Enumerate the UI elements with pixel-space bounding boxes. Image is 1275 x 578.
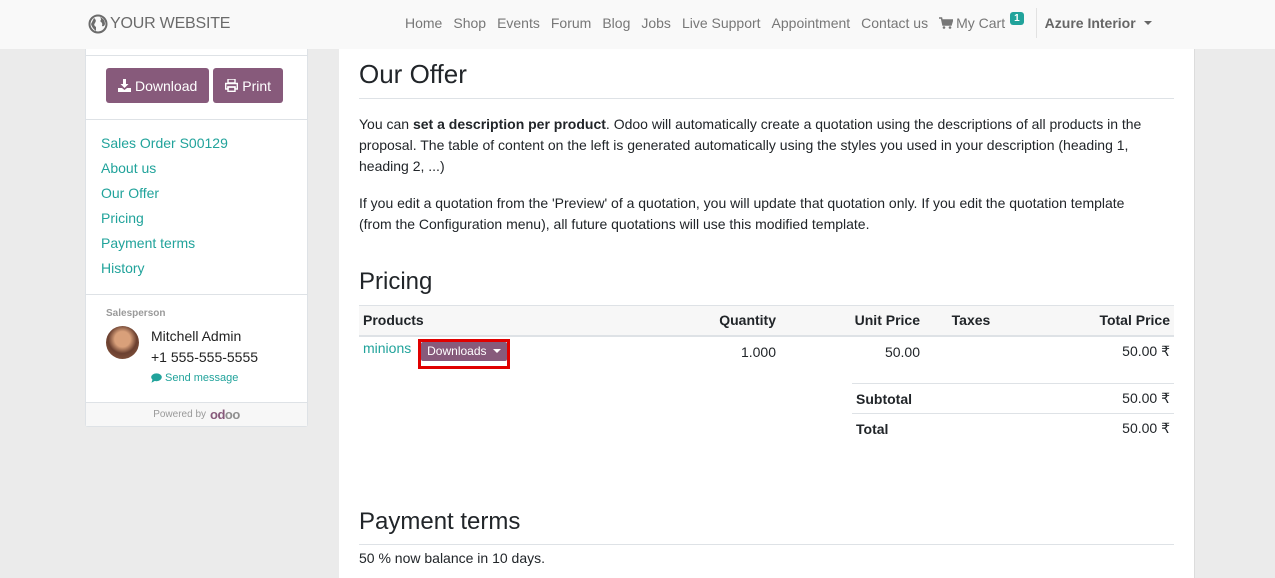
top-navbar: YOUR WEBSITE Home Shop Events Forum Blog… [0, 0, 1275, 49]
quote-sidebar: Download Print Sales Order S00129 About … [85, 49, 308, 427]
sidebar-actions: Download Print [106, 68, 284, 103]
odoo-logo[interactable]: odoo [210, 407, 240, 422]
cart-count-badge: 1 [1010, 11, 1024, 25]
taxes-cell [924, 336, 1018, 367]
salesperson-phone: +1 555-555-5555 [151, 349, 259, 365]
col-products: Products [363, 312, 424, 329]
toc-sales-order[interactable]: Sales Order S00129 [101, 135, 228, 151]
nav-events[interactable]: Events [492, 15, 545, 31]
nav-divider [1035, 8, 1037, 38]
text: You can [359, 116, 413, 132]
section-title-payment-terms: Payment terms [359, 508, 521, 535]
text-bold: set a description per product [412, 116, 606, 132]
user-name: Azure Interior [1044, 15, 1136, 31]
document-edge [1194, 49, 1195, 578]
quantity-cell: 1.000 [740, 343, 776, 360]
quotation-document: Our Offer You can set a description per … [339, 49, 1194, 578]
col-quantity: Quantity [719, 312, 776, 329]
nav-contact-us[interactable]: Contact us [856, 15, 933, 31]
total-label: Total [856, 420, 889, 437]
site-logo[interactable]: YOUR WEBSITE [88, 12, 230, 36]
divider [359, 544, 1174, 545]
toc-history[interactable]: History [101, 260, 145, 276]
table-header-row: Products Quantity Unit Price Taxes Total… [359, 305, 1174, 336]
table-row: minions Downloads 1.000 50.00 50.00 ₹ [359, 336, 1174, 369]
powered-by-text: Powered by [153, 409, 207, 420]
user-menu-dropdown[interactable]: Azure Interior [1045, 15, 1152, 31]
nav-my-cart[interactable]: My Cart 1 [934, 11, 1029, 31]
cart-label: My Cart [956, 15, 1006, 31]
print-button[interactable]: Print [213, 68, 284, 103]
toc-about-us[interactable]: About us [101, 160, 156, 176]
nav-home[interactable]: Home [395, 15, 447, 31]
globe-icon [88, 14, 108, 34]
nav-jobs[interactable]: Jobs [636, 15, 676, 31]
subtotal-label: Subtotal [856, 390, 912, 407]
nav-forum[interactable]: Forum [546, 15, 596, 31]
divider [359, 98, 1174, 99]
section-title-pricing: Pricing [359, 268, 433, 295]
send-message-label: Send message [165, 372, 239, 384]
main-nav: Home Shop Events Forum Blog Jobs Live Su… [395, 0, 1152, 46]
salesperson-label: Salesperson [106, 308, 166, 319]
totals-table: Subtotal 50.00 ₹ Total 50.00 ₹ [852, 383, 1174, 444]
odoo-logo-part: od [210, 407, 225, 422]
salesperson-name: Mitchell Admin [151, 328, 242, 344]
print-icon [225, 79, 239, 92]
table-of-contents: Sales Order S00129 About us Our Offer Pr… [101, 131, 228, 281]
chevron-down-icon [492, 349, 501, 353]
offer-paragraph-1: You can set a description per product. O… [359, 114, 1159, 177]
total-value: 50.00 ₹ [1122, 420, 1170, 437]
download-label: Download [135, 77, 198, 94]
downloads-dropdown-button[interactable]: Downloads [421, 341, 507, 361]
send-message-link[interactable]: Send message [151, 372, 238, 384]
nav-appointment[interactable]: Appointment [767, 15, 856, 31]
subtotal-row: Subtotal 50.00 ₹ [852, 383, 1174, 414]
subtotal-value: 50.00 ₹ [1122, 390, 1170, 406]
chevron-down-icon [1143, 21, 1152, 25]
highlight-box: Downloads [418, 338, 510, 369]
offer-paragraph-2: If you edit a quotation from the 'Previe… [359, 195, 1125, 232]
comment-icon [151, 373, 162, 383]
payment-terms-text: 50 % now balance in 10 days. [359, 550, 546, 566]
total-price-cell: 50.00 ₹ [1122, 343, 1170, 359]
col-unit-price: Unit Price [854, 312, 920, 329]
odoo-logo-part: oo [224, 407, 240, 422]
toc-pricing[interactable]: Pricing [101, 210, 144, 226]
divider [86, 55, 307, 56]
nav-live-support[interactable]: Live Support [677, 15, 766, 31]
section-title-our-offer: Our Offer [359, 59, 467, 89]
brand-name: YOUR WEBSITE [110, 15, 231, 32]
col-taxes: Taxes [951, 312, 991, 329]
divider [86, 119, 307, 120]
total-row: Total 50.00 ₹ [852, 413, 1174, 444]
powered-by-footer: Powered by odoo [86, 402, 307, 426]
pricing-table: Products Quantity Unit Price Taxes Total… [359, 305, 1174, 369]
download-icon [118, 79, 131, 92]
cart-icon [939, 17, 954, 29]
col-total-price: Total Price [1099, 312, 1170, 329]
nav-shop[interactable]: Shop [448, 15, 491, 31]
salesperson-avatar [106, 326, 139, 359]
unit-price-cell: 50.00 [884, 343, 920, 360]
toc-payment-terms[interactable]: Payment terms [101, 235, 195, 251]
print-label: Print [242, 77, 272, 94]
divider [86, 294, 307, 295]
toc-our-offer[interactable]: Our Offer [101, 185, 159, 201]
product-cell: minions Downloads [359, 336, 699, 369]
nav-blog[interactable]: Blog [597, 15, 635, 31]
product-link[interactable]: minions [363, 340, 411, 356]
download-button[interactable]: Download [106, 68, 210, 103]
downloads-label: Downloads [427, 343, 487, 358]
